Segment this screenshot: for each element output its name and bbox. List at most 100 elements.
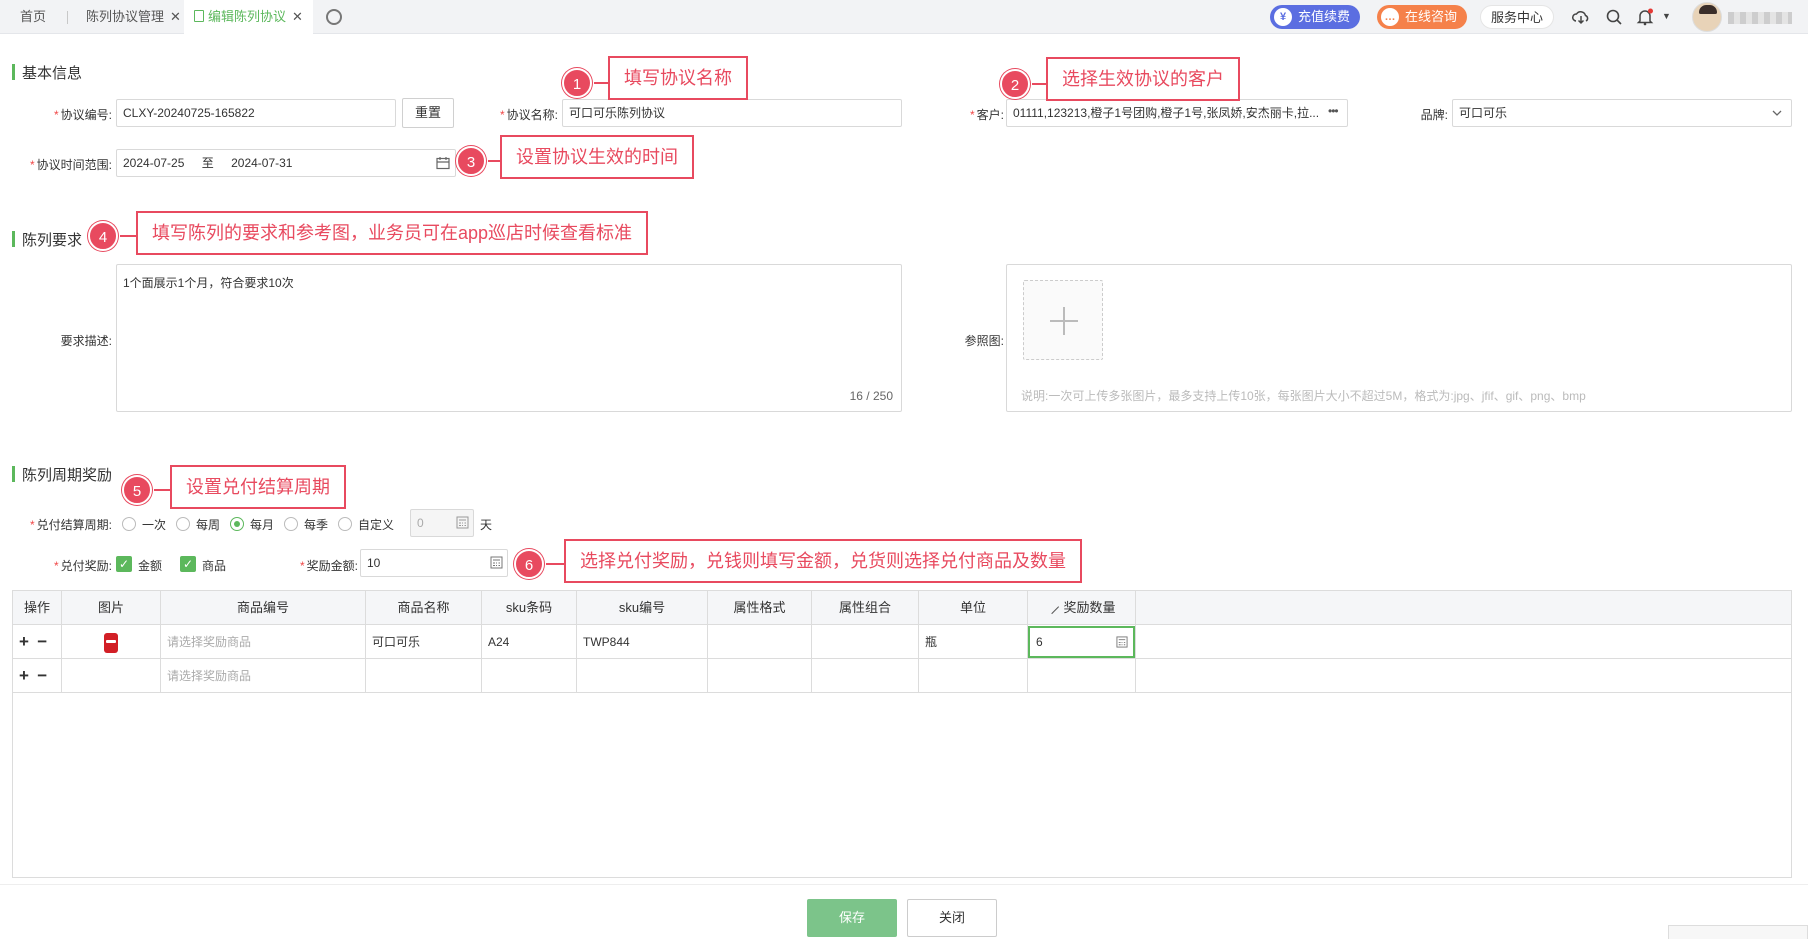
document-icon [194,10,204,22]
close-button[interactable]: 关闭 [907,899,997,937]
reward-amount-label: * 奖励金额: [299,559,358,573]
filler-cell [1136,625,1791,659]
avatar[interactable] [1692,2,1722,32]
radio-custom-label: 自定义 [358,518,395,532]
radio-monthly[interactable] [230,517,244,531]
column-header-sku-barcode: sku条码 [482,591,577,625]
top-bar: 首页 陈列协议管理 ✕ 编辑陈列协议 ✕ ¥ 充值续费 … 在线咨询 服务中心 ▼ [0,0,1808,34]
reward-qty-cell: 6 [1028,625,1136,659]
close-icon[interactable]: ✕ [292,9,303,24]
online-consult-button[interactable]: … 在线咨询 [1377,5,1468,29]
cloud-download-icon[interactable] [1572,8,1590,26]
column-header-goods-name: 商品名称 [366,591,482,625]
reset-button[interactable]: 重置 [402,98,454,128]
days-unit: 天 [480,518,493,532]
username-blurred [1728,12,1792,24]
calendar-icon[interactable] [436,156,450,170]
plus-icon [1050,307,1078,335]
bell-icon[interactable] [1636,8,1654,26]
customer-input[interactable]: 01111,123213,橙子1号团购,橙子1号,张凤娇,安杰丽卡,拉... [1006,99,1348,127]
brand-select[interactable]: 可口可乐 [1452,99,1792,127]
reference-image-panel: 说明:一次可上传多张图片，最多支持上传10张，每张图片大小不超过5M，格式为:j… [1006,264,1792,412]
agreement-name-input[interactable]: 可口可乐陈列协议 [562,99,902,127]
tab-home[interactable]: 首页 [20,0,46,34]
agreement-code-input[interactable]: CLXY-20240725-165822 [116,99,396,127]
checkbox-goods[interactable]: ✓ [180,556,196,572]
chat-icon: … [1381,8,1399,26]
more-icon[interactable]: ••• [1328,104,1339,118]
callout-number: 6 [514,549,544,579]
goods-code-cell[interactable]: 请选择奖励商品 [161,625,366,659]
radio-quarterly[interactable] [284,517,298,531]
goods-name-cell: 可口可乐 [366,625,482,659]
reward-goods-table: 操作 图片 商品编号 商品名称 sku条码 sku编号 属性格式 属性组合 单位… [12,590,1792,878]
column-header-image: 图片 [62,591,161,625]
gear-icon[interactable] [326,9,342,25]
radio-weekly[interactable] [176,517,190,531]
close-icon[interactable]: ✕ [170,9,181,24]
goods-code-cell[interactable]: 请选择奖励商品 [161,659,366,693]
reward-amount-input[interactable]: 10 [360,549,508,577]
tab-divider [67,11,68,24]
date-range-input[interactable]: 2024-07-25 至 2024-07-31 [116,149,456,177]
column-header-filler [1136,591,1791,625]
recharge-button[interactable]: ¥ 充值续费 [1270,5,1361,29]
save-button[interactable]: 保存 [807,899,897,937]
radio-custom[interactable] [338,517,352,531]
char-counter: 16 / 250 [849,389,893,403]
callout-connector [488,160,500,162]
agreement-code-label: * 协议编号: [53,108,112,122]
callout-number: 2 [1000,69,1030,99]
attr-format-cell [708,659,812,693]
tab-display-agreement-management[interactable]: 陈列协议管理 ✕ [86,0,181,34]
callout-number: 3 [456,146,486,176]
callout-label: 填写陈列的要求和参考图，业务员可在app巡店时候查看标准 [136,211,649,255]
minus-icon[interactable]: − [37,666,47,685]
range-separator: 至 [201,156,214,170]
filler-cell [1136,659,1791,693]
chevron-down-icon [1772,110,1782,116]
callout-connector [1032,83,1046,85]
radio-once[interactable] [122,517,136,531]
upload-hint: 说明:一次可上传多张图片，最多支持上传10张，每张图片大小不超过5M，格式为:j… [1021,389,1586,403]
requirement-desc-label: 要求描述: [60,334,112,348]
callout-label: 选择兑付奖励，兑钱则填写金额，兑货则选择兑付商品及数量 [564,539,1082,583]
sku-barcode-cell: A24 [482,625,577,659]
search-icon[interactable] [1605,8,1623,26]
callout-label: 设置协议生效的时间 [500,135,694,179]
calculator-icon [490,556,503,569]
requirement-desc-textarea[interactable]: 1个面展示1个月，符合要求10次 16 / 250 [116,264,902,412]
column-header-goods-code: 商品编号 [161,591,366,625]
callout-connector [120,235,136,237]
reward-qty-cell[interactable] [1028,659,1136,693]
plus-icon[interactable]: + [19,632,29,651]
callout-label: 设置兑付结算周期 [170,465,346,509]
column-header-attr-combo: 属性组合 [812,591,919,625]
section-title-basic-info: 基本信息 [12,62,82,83]
tab-edit-display-agreement[interactable]: 编辑陈列协议 ✕ [184,0,313,34]
calculator-icon [456,516,469,529]
section-title-display-requirements: 陈列要求 [12,229,82,250]
callout-connector [546,563,564,565]
attr-format-cell [708,625,812,659]
goods-image-cell [62,625,161,659]
section-title-cycle-reward: 陈列周期奖励 [12,464,112,485]
sku-code-cell: TWP844 [577,625,708,659]
range-start-value: 2024-07-25 [123,156,185,170]
calculator-icon [1116,636,1128,648]
checkbox-goods-label: 商品 [202,559,227,573]
checkbox-cash[interactable]: ✓ [116,556,132,572]
minus-icon[interactable]: − [37,632,47,651]
plus-icon[interactable]: + [19,666,29,685]
corner-widget [1668,925,1808,939]
goods-name-cell [366,659,482,693]
sku-barcode-cell [482,659,577,693]
row-actions: + − [13,659,62,693]
requirement-desc-text: 1个面展示1个月，符合要求10次 [123,276,294,290]
callout-number: 1 [562,68,592,98]
callout-number: 5 [122,475,152,505]
service-center-button[interactable]: 服务中心 [1480,5,1555,29]
row-actions: + − [13,625,62,659]
chevron-down-icon[interactable]: ▼ [1662,11,1671,21]
upload-image-button[interactable] [1023,280,1103,360]
